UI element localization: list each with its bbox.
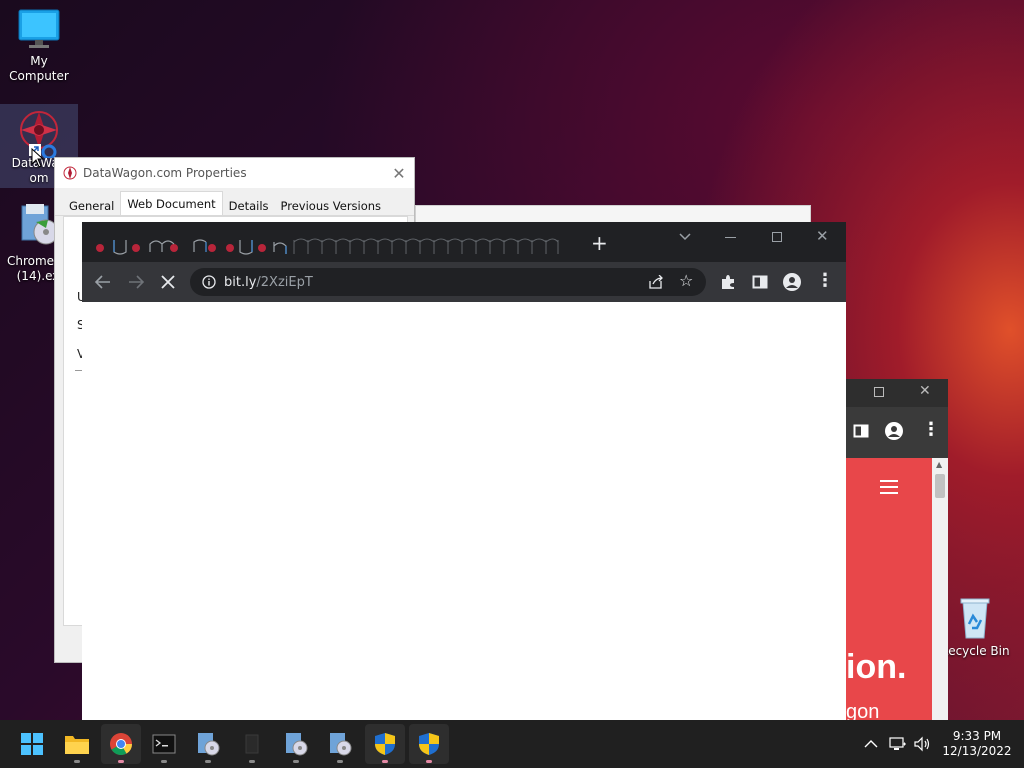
installer-icon [198,733,220,756]
hamburger-menu-icon[interactable] [880,480,898,498]
running-indicator [74,760,80,763]
taskbar-uac-1[interactable] [365,724,405,764]
browser-behind-titlebar: ✕ [846,379,948,407]
running-indicator [118,760,124,763]
recycle-bin-icon [960,598,990,639]
taskbar-installer-2[interactable] [276,724,316,764]
uac-shield-icon [375,733,395,755]
file-explorer-icon [65,736,89,754]
installer-icon [330,733,352,756]
stop-loading-icon[interactable] [161,275,175,289]
dialog-title: DataWagon.com Properties [83,166,247,180]
running-indicator [161,760,167,763]
taskbar: 9:33 PM 12/13/2022 [0,720,1024,768]
tab-strip: + ✕ [82,222,846,262]
forward-arrow-icon[interactable] [127,274,145,290]
clock[interactable]: 9:33 PM 12/13/2022 [942,729,1012,759]
datawagon-icon [63,166,77,180]
browser-window-behind: ✕ ⋮ ion. gon ▲ [846,379,948,720]
url-host: bit.ly [224,274,257,290]
chevron-up-icon[interactable] [864,739,878,749]
new-tab-button[interactable]: + [591,233,608,253]
hero-headline: ion. [846,648,907,686]
address-bar[interactable]: bit.ly/2XziEpT ☆ [190,268,706,296]
chrome-icon [110,733,132,755]
start-button[interactable] [12,724,52,764]
side-panel-icon[interactable] [752,274,768,290]
browser-toolbar: bit.ly/2XziEpT ☆ ⋮ [82,262,846,302]
tab-general[interactable]: General [63,194,120,215]
browser-window: + ✕ bit.ly/2XziEpT ☆ ⋮ [82,222,846,720]
start-icon [21,733,43,755]
dialog-titlebar[interactable]: DataWagon.com Properties ✕ [55,158,414,188]
share-icon[interactable] [648,275,664,289]
taskbar-installer-3[interactable] [320,724,360,764]
scrollbar[interactable]: ▲ [932,458,948,720]
taskbar-blank-app[interactable] [232,724,272,764]
menu-dots-icon[interactable]: ⋮ [816,271,834,291]
hero-subline: gon [846,701,880,720]
taskbar-file-explorer[interactable] [57,724,97,764]
tabs-row [96,238,559,255]
minimize-icon[interactable] [725,237,736,238]
maximize-icon[interactable] [772,232,782,242]
close-icon[interactable]: ✕ [919,383,931,399]
monitor-icon [18,9,60,48]
back-arrow-icon[interactable] [94,274,112,290]
profile-icon[interactable] [884,421,904,441]
browser-page-content[interactable] [82,302,846,720]
close-icon[interactable]: ✕ [816,227,829,245]
tab-search-icon[interactable] [679,233,691,241]
running-indicator [426,760,432,763]
running-indicator [337,760,343,763]
running-indicator [249,760,255,763]
desktop-icon-label: Recycle Bin [940,644,1010,658]
extensions-icon[interactable] [720,274,736,290]
volume-icon[interactable] [914,736,932,752]
tab-web-document[interactable]: Web Document [120,191,223,215]
site-info-icon[interactable] [202,275,216,289]
running-indicator [205,760,211,763]
running-indicator [382,760,388,763]
scrollbar-thumb[interactable] [935,474,945,498]
taskbar-terminal[interactable] [144,724,184,764]
maximize-icon[interactable] [874,387,884,397]
blank-app-icon [245,734,259,754]
side-panel-icon[interactable] [853,423,869,439]
desktop-icon-label-2: (14).ex [16,269,60,283]
profile-icon[interactable] [782,272,802,292]
dialog-tabs: General Web Document Details Previous Ve… [55,188,414,216]
network-icon[interactable] [889,736,907,752]
installer-icon [286,733,308,756]
taskbar-installer-1[interactable] [188,724,228,764]
desktop-icon-my-computer[interactable]: My Computer [1,8,77,84]
browser-behind-toolbar: ⋮ [846,407,948,458]
terminal-icon [152,734,176,754]
desktop-icon-label-2: om [29,171,49,185]
tab-details[interactable]: Details [223,194,275,215]
taskbar-uac-2[interactable] [409,724,449,764]
desktop-icon-recycle-bin[interactable]: Recycle Bin [937,596,1013,659]
desktop-icon-label: My Computer [9,54,69,83]
clock-time: 9:33 PM [952,729,1002,743]
uac-shield-icon [419,733,439,755]
browser-behind-page: ion. gon [846,458,932,720]
close-icon[interactable]: ✕ [384,164,414,183]
menu-dots-icon[interactable]: ⋮ [922,420,940,440]
scroll-up-icon[interactable]: ▲ [936,460,942,469]
running-indicator [293,760,299,763]
tab-previous-versions[interactable]: Previous Versions [275,194,388,215]
bookmark-star-icon[interactable]: ☆ [679,271,693,290]
taskbar-chrome[interactable] [101,724,141,764]
mouse-cursor-icon [31,148,45,168]
clock-date: 12/13/2022 [942,744,1012,758]
url-path: /2XziEpT [256,274,313,290]
